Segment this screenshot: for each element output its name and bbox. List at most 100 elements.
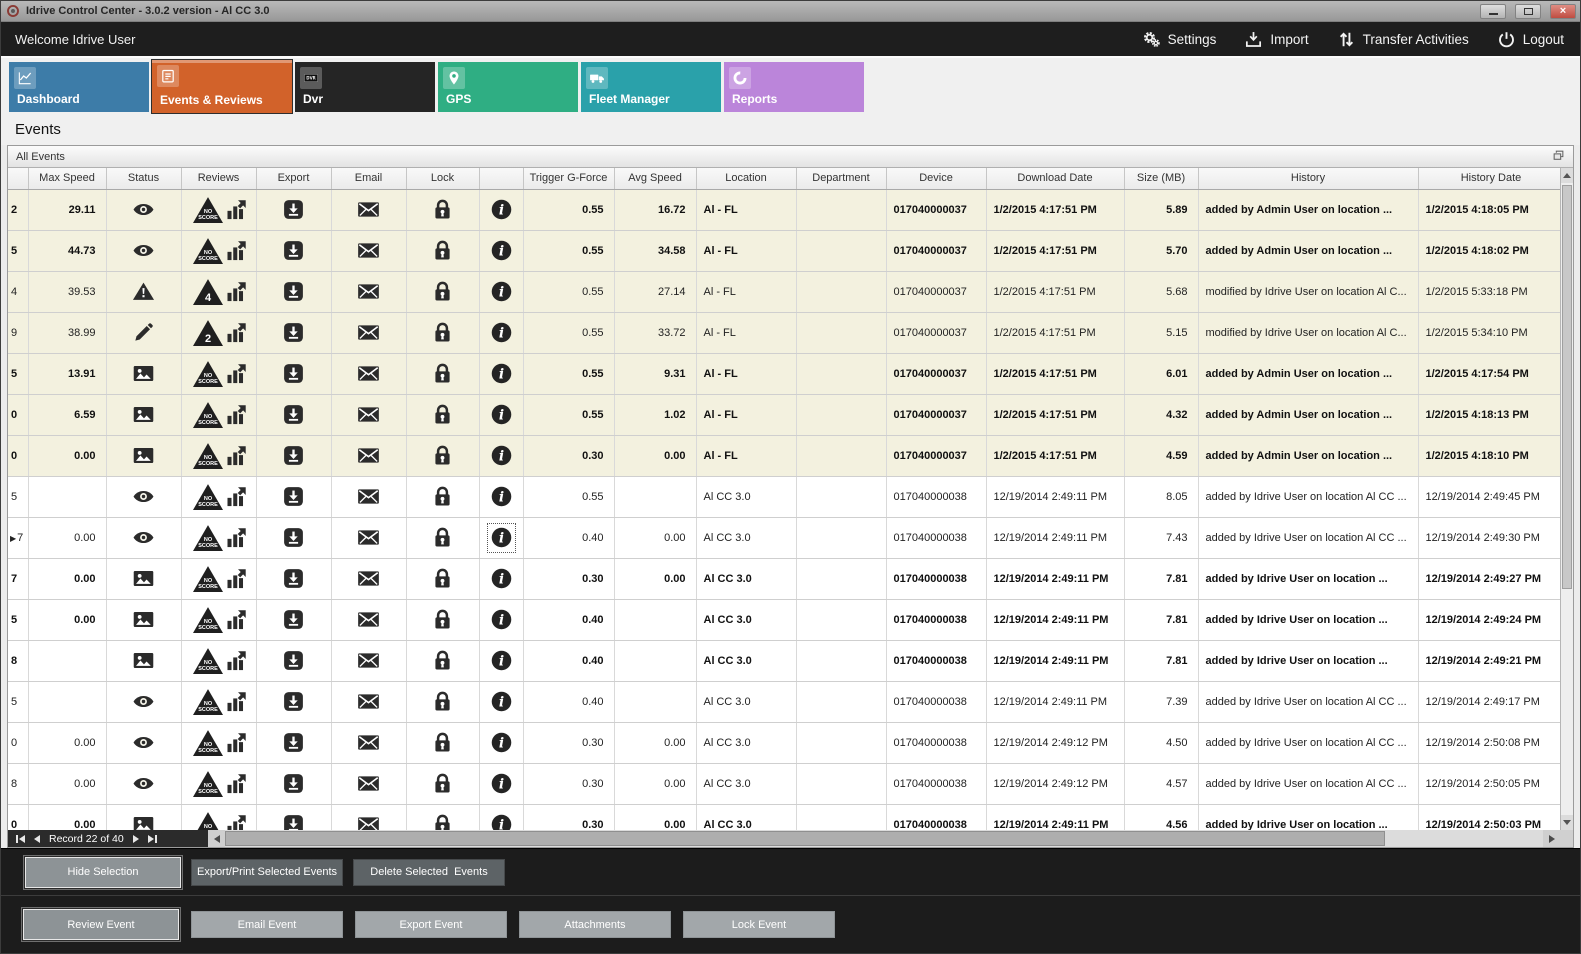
col-header-max-speed[interactable]: Max Speed [28, 168, 106, 189]
reviews-cell[interactable]: NOSCORE [181, 681, 256, 722]
panel-restore-button[interactable] [1552, 149, 1567, 164]
reviews-cell[interactable]: 2 [181, 312, 256, 353]
email-cell[interactable] [331, 271, 406, 312]
info-cell[interactable] [479, 722, 523, 763]
export-cell[interactable] [256, 476, 331, 517]
export-cell[interactable] [256, 435, 331, 476]
tab-reports[interactable]: Reports [724, 62, 864, 112]
col-header-history-date[interactable]: History Date [1418, 168, 1560, 189]
email-cell[interactable] [331, 435, 406, 476]
scroll-down-button[interactable] [1561, 815, 1573, 830]
col-header-location[interactable]: Location [696, 168, 796, 189]
email-cell[interactable] [331, 763, 406, 804]
export-cell[interactable] [256, 189, 331, 230]
export-cell[interactable] [256, 517, 331, 558]
export-cell[interactable] [256, 558, 331, 599]
lock-cell[interactable] [406, 640, 479, 681]
reviews-cell[interactable]: NOSCORE [181, 476, 256, 517]
reviews-cell[interactable]: NOSCORE [181, 435, 256, 476]
email-cell[interactable] [331, 722, 406, 763]
event-row[interactable]: 06.59NOSCORE0.551.02Al - FL0170400000371… [8, 394, 1560, 435]
col-header-email[interactable]: Email [331, 168, 406, 189]
lock-cell[interactable] [406, 353, 479, 394]
event-row[interactable]: 50.00NOSCORE0.40Al CC 3.001704000003812/… [8, 599, 1560, 640]
reviews-cell[interactable]: NOSCORE [181, 722, 256, 763]
reviews-cell[interactable]: NOSCORE [181, 353, 256, 394]
lock-cell[interactable] [406, 476, 479, 517]
col-header-history[interactable]: History [1198, 168, 1418, 189]
col-header-avg-speed[interactable]: Avg Speed [614, 168, 696, 189]
lock-cell[interactable] [406, 312, 479, 353]
reviews-cell[interactable]: NOSCORE [181, 517, 256, 558]
reviews-cell[interactable]: NOSCORE [181, 640, 256, 681]
info-cell[interactable] [479, 599, 523, 640]
reviews-cell[interactable]: NOSCORE [181, 189, 256, 230]
event-row[interactable]: 5NOSCORE0.40Al CC 3.001704000003812/19/2… [8, 681, 1560, 722]
info-cell[interactable] [479, 476, 523, 517]
col-header-export[interactable]: Export [256, 168, 331, 189]
event-row[interactable]: 544.73NOSCORE0.5534.58Al - FL01704000003… [8, 230, 1560, 271]
first-record-button[interactable] [16, 835, 25, 843]
scroll-left-button[interactable] [208, 830, 225, 847]
lock-cell[interactable] [406, 517, 479, 558]
export-event-button[interactable]: Export Event [355, 911, 507, 938]
info-cell[interactable] [479, 681, 523, 722]
horizontal-scrollbar-track[interactable] [225, 830, 1543, 847]
info-cell[interactable] [479, 763, 523, 804]
tab-events-reviews[interactable]: Events & Reviews [152, 60, 292, 113]
email-cell[interactable] [331, 189, 406, 230]
email-cell[interactable] [331, 517, 406, 558]
info-cell[interactable] [479, 558, 523, 599]
info-cell[interactable] [479, 804, 523, 830]
event-row[interactable]: 229.11NOSCORE0.5516.72Al - FL01704000003… [8, 189, 1560, 230]
scroll-right-button[interactable] [1543, 830, 1560, 847]
tab-gps[interactable]: GPS [438, 62, 578, 112]
col-header-lock[interactable]: Lock [406, 168, 479, 189]
export-cell[interactable] [256, 640, 331, 681]
lock-cell[interactable] [406, 230, 479, 271]
lock-cell[interactable] [406, 394, 479, 435]
info-cell[interactable] [479, 230, 523, 271]
export-cell[interactable] [256, 722, 331, 763]
lock-cell[interactable] [406, 722, 479, 763]
email-cell[interactable] [331, 599, 406, 640]
event-row[interactable]: 70.00NOSCORE0.300.00Al CC 3.001704000003… [8, 558, 1560, 599]
export-cell[interactable] [256, 599, 331, 640]
info-cell[interactable] [479, 189, 523, 230]
minimize-button[interactable] [1480, 4, 1506, 19]
col-header-download-date[interactable]: Download Date [986, 168, 1124, 189]
email-cell[interactable] [331, 640, 406, 681]
lock-cell[interactable] [406, 189, 479, 230]
info-cell[interactable] [479, 517, 523, 558]
horizontal-scrollbar-thumb[interactable] [225, 831, 1385, 846]
email-cell[interactable] [331, 353, 406, 394]
info-cell[interactable] [479, 271, 523, 312]
lock-cell[interactable] [406, 804, 479, 830]
email-cell[interactable] [331, 681, 406, 722]
next-record-button[interactable] [133, 835, 139, 843]
reviews-cell[interactable]: NOSCORE [181, 804, 256, 830]
email-cell[interactable] [331, 804, 406, 830]
col-header-reviews[interactable]: Reviews [181, 168, 256, 189]
email-cell[interactable] [331, 230, 406, 271]
event-row[interactable]: ▶70.00NOSCORE0.400.00Al CC 3.00170400000… [8, 517, 1560, 558]
event-row[interactable]: 439.5340.5527.14Al - FL0170400000371/2/2… [8, 271, 1560, 312]
lock-cell[interactable] [406, 271, 479, 312]
export-cell[interactable] [256, 394, 331, 435]
lock-cell[interactable] [406, 681, 479, 722]
export-cell[interactable] [256, 353, 331, 394]
col-header-blank[interactable] [8, 168, 28, 189]
vertical-scrollbar-track[interactable] [1561, 183, 1573, 815]
event-row[interactable]: 513.91NOSCORE0.559.31Al - FL017040000037… [8, 353, 1560, 394]
info-cell[interactable] [479, 312, 523, 353]
lock-cell[interactable] [406, 763, 479, 804]
last-record-button[interactable] [148, 835, 157, 843]
info-cell[interactable] [479, 435, 523, 476]
export-print-selected-events-button[interactable]: Export/Print Selected Events [191, 859, 343, 886]
menu-action-import[interactable]: Import [1244, 30, 1308, 49]
lock-event-button[interactable]: Lock Event [683, 911, 835, 938]
reviews-cell[interactable]: NOSCORE [181, 763, 256, 804]
reviews-cell[interactable]: NOSCORE [181, 230, 256, 271]
event-row[interactable]: 00.00NOSCORE0.300.00Al CC 3.001704000003… [8, 722, 1560, 763]
hide-selection-button[interactable]: Hide Selection [25, 857, 181, 888]
